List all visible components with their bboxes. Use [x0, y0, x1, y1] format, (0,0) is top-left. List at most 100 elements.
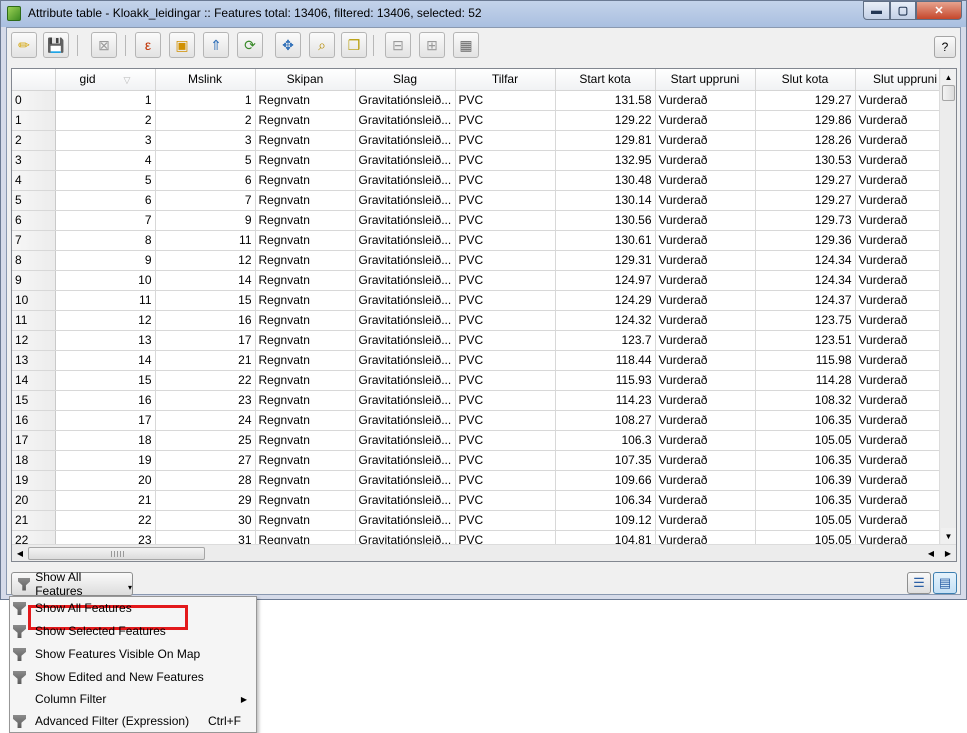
table-cell[interactable]: Regnvatn: [255, 490, 356, 511]
table-cell[interactable]: 17: [155, 330, 256, 351]
toggle-editing-button[interactable]: ✏: [11, 32, 37, 58]
horizontal-scrollbar[interactable]: ◀ ◀ ▶: [12, 544, 956, 561]
row-header[interactable]: 16: [12, 410, 56, 431]
table-cell[interactable]: Vurderað: [655, 350, 756, 371]
table-cell[interactable]: PVC: [455, 390, 556, 411]
table-corner-button[interactable]: [12, 69, 56, 91]
column-header[interactable]: Skipan: [255, 69, 356, 91]
table-row[interactable]: 1 2 2 Regnvatn Gravitatiónsleið... PVC 129.22 V…: [12, 110, 956, 131]
row-header[interactable]: 19: [12, 470, 56, 491]
table-cell[interactable]: 109.12: [555, 510, 656, 531]
table-cell[interactable]: Vurderað: [655, 310, 756, 331]
table-cell[interactable]: Regnvatn: [255, 310, 356, 331]
table-cell[interactable]: Vurderað: [655, 370, 756, 391]
table-cell[interactable]: PVC: [455, 110, 556, 131]
table-cell[interactable]: Vurderað: [655, 430, 756, 451]
row-header[interactable]: 5: [12, 190, 56, 211]
save-edits-button[interactable]: 💾: [43, 32, 69, 58]
table-row[interactable]: 12 13 17 Regnvatn Gravitatiónsleið... PVC 123.…: [12, 330, 956, 351]
table-cell[interactable]: 17: [55, 410, 156, 431]
vertical-scrollbar[interactable]: ▲ ▼: [939, 69, 956, 544]
table-cell[interactable]: Gravitatiónsleið...: [355, 210, 456, 231]
table-cell[interactable]: 130.53: [755, 150, 856, 171]
zoom-to-selected-button[interactable]: ⌕: [309, 32, 335, 58]
table-row[interactable]: 16 17 24 Regnvatn Gravitatiónsleið... PVC 108.…: [12, 410, 956, 431]
table-cell[interactable]: 130.56: [555, 210, 656, 231]
table-cell[interactable]: PVC: [455, 90, 556, 111]
table-cell[interactable]: 20: [55, 470, 156, 491]
table-cell[interactable]: 3: [155, 130, 256, 151]
table-cell[interactable]: 124.32: [555, 310, 656, 331]
feature-filter-button[interactable]: Show All Features ▾: [11, 570, 133, 598]
column-header[interactable]: Start kota: [555, 69, 656, 91]
table-cell[interactable]: 123.51: [755, 330, 856, 351]
table-cell[interactable]: 129.22: [555, 110, 656, 131]
table-cell[interactable]: Gravitatiónsleið...: [355, 330, 456, 351]
table-row[interactable]: 10 11 15 Regnvatn Gravitatiónsleið... PVC 124.…: [12, 290, 956, 311]
table-cell[interactable]: PVC: [455, 150, 556, 171]
table-cell[interactable]: 11: [155, 230, 256, 251]
table-cell[interactable]: 129.73: [755, 210, 856, 231]
table-cell[interactable]: Regnvatn: [255, 430, 356, 451]
table-cell[interactable]: 105.05: [755, 510, 856, 531]
table-cell[interactable]: 106.3: [555, 430, 656, 451]
table-cell[interactable]: 14: [155, 270, 256, 291]
row-header[interactable]: 1: [12, 110, 56, 131]
table-cell[interactable]: Regnvatn: [255, 450, 356, 471]
new-column-button[interactable]: ⊞: [419, 32, 445, 58]
table-cell[interactable]: PVC: [455, 170, 556, 191]
table-cell[interactable]: 30: [155, 510, 256, 531]
table-row[interactable]: 15 16 23 Regnvatn Gravitatiónsleið... PVC 114.…: [12, 390, 956, 411]
table-row[interactable]: 21 22 30 Regnvatn Gravitatiónsleið... PVC 109.…: [12, 510, 956, 531]
table-cell[interactable]: 10: [55, 270, 156, 291]
table-cell[interactable]: Regnvatn: [255, 330, 356, 351]
table-cell[interactable]: 124.29: [555, 290, 656, 311]
table-cell[interactable]: 124.97: [555, 270, 656, 291]
column-header[interactable]: gid ▽: [55, 69, 156, 91]
table-cell[interactable]: 19: [55, 450, 156, 471]
table-row[interactable]: 4 5 6 Regnvatn Gravitatiónsleið... PVC 130.48 V…: [12, 170, 956, 191]
table-cell[interactable]: 4: [55, 150, 156, 171]
row-header[interactable]: 12: [12, 330, 56, 351]
menu-item-show-edited-and-new-features[interactable]: Show Edited and New Features: [10, 666, 256, 688]
deselect-all-button[interactable]: ▣: [169, 32, 195, 58]
table-cell[interactable]: PVC: [455, 430, 556, 451]
table-cell[interactable]: 21: [55, 490, 156, 511]
table-cell[interactable]: 18: [55, 430, 156, 451]
table-cell[interactable]: PVC: [455, 410, 556, 431]
scroll-down-arrow-icon[interactable]: ▼: [941, 528, 956, 544]
table-row[interactable]: 14 15 22 Regnvatn Gravitatiónsleið... PVC 115.…: [12, 370, 956, 391]
table-cell[interactable]: Regnvatn: [255, 190, 356, 211]
table-cell[interactable]: Gravitatiónsleið...: [355, 450, 456, 471]
table-cell[interactable]: 115.93: [555, 370, 656, 391]
table-cell[interactable]: Gravitatiónsleið...: [355, 170, 456, 191]
table-row[interactable]: 19 20 28 Regnvatn Gravitatiónsleið... PVC 109.…: [12, 470, 956, 491]
table-cell[interactable]: Gravitatiónsleið...: [355, 490, 456, 511]
table-cell[interactable]: 3: [55, 130, 156, 151]
table-cell[interactable]: 8: [55, 230, 156, 251]
row-header[interactable]: 4: [12, 170, 56, 191]
table-row[interactable]: 9 10 14 Regnvatn Gravitatiónsleið... PVC 124.9…: [12, 270, 956, 291]
table-cell[interactable]: PVC: [455, 190, 556, 211]
table-cell[interactable]: 129.81: [555, 130, 656, 151]
table-cell[interactable]: Gravitatiónsleið...: [355, 190, 456, 211]
table-cell[interactable]: 25: [155, 430, 256, 451]
table-cell[interactable]: Gravitatiónsleið...: [355, 430, 456, 451]
table-cell[interactable]: 129.27: [755, 90, 856, 111]
table-row[interactable]: 6 7 9 Regnvatn Gravitatiónsleið... PVC 130.56 V…: [12, 210, 956, 231]
invert-selection-button[interactable]: ⟳: [237, 32, 263, 58]
vertical-scroll-thumb[interactable]: [942, 85, 955, 101]
table-cell[interactable]: 21: [155, 350, 256, 371]
table-cell[interactable]: Vurderað: [655, 270, 756, 291]
row-header[interactable]: 13: [12, 350, 56, 371]
table-row[interactable]: 13 14 21 Regnvatn Gravitatiónsleið... PVC 118.…: [12, 350, 956, 371]
delete-column-button[interactable]: ⊟: [385, 32, 411, 58]
table-cell[interactable]: 132.95: [555, 150, 656, 171]
menu-item-advanced-filter-expression[interactable]: Advanced Filter (Expression) Ctrl+F: [10, 710, 256, 732]
column-header[interactable]: Mslink: [155, 69, 256, 91]
table-cell[interactable]: Vurderað: [655, 250, 756, 271]
table-cell[interactable]: Vurderað: [655, 290, 756, 311]
row-header[interactable]: 18: [12, 450, 56, 471]
table-row[interactable]: 5 6 7 Regnvatn Gravitatiónsleið... PVC 130.14 V…: [12, 190, 956, 211]
table-cell[interactable]: 24: [155, 410, 256, 431]
